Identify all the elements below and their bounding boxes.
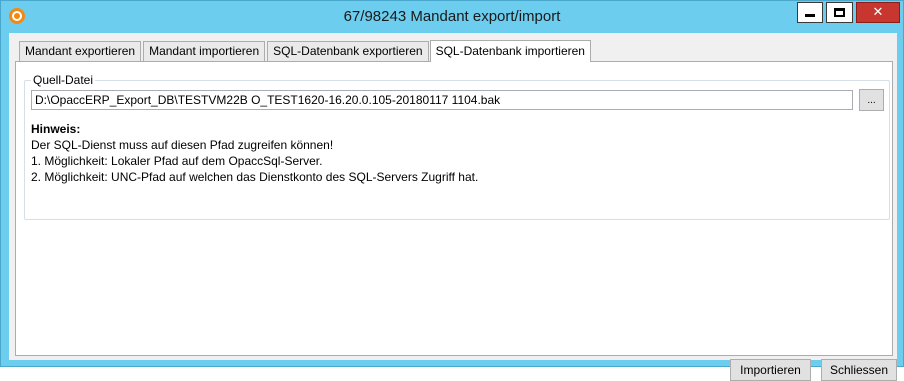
import-button[interactable]: Importieren	[730, 359, 811, 381]
source-file-group: Quell-Datei ... Hinweis: Der SQL-Dienst …	[24, 73, 890, 220]
window-title: 67/98243 Mandant export/import	[343, 8, 561, 25]
tab-mandant-exportieren[interactable]: Mandant exportieren	[19, 41, 142, 61]
hint-line: 2. Möglichkeit: UNC-Pfad auf welchen das…	[31, 170, 479, 184]
dialog-window: 67/98243 Mandant export/import ✕ Mandant…	[0, 0, 904, 381]
hint-title: Hinweis:	[31, 122, 81, 136]
title-bar[interactable]: 67/98243 Mandant export/import ✕	[1, 1, 903, 33]
dialog-client-area: Mandant exportieren Mandant importieren …	[9, 33, 897, 381]
tab-sql-datenbank-importieren[interactable]: SQL-Datenbank importieren	[429, 40, 591, 62]
close-button[interactable]: Schliessen	[821, 359, 897, 381]
close-icon: ✕	[872, 5, 884, 20]
hint-line: 1. Möglichkeit: Lokaler Pfad auf dem Opa…	[31, 154, 323, 168]
tab-strip: Mandant exportieren Mandant importieren …	[19, 39, 593, 62]
maximize-button[interactable]	[826, 2, 853, 23]
source-file-legend: Quell-Datei	[31, 73, 96, 87]
source-file-path-input[interactable]	[31, 90, 853, 110]
tab-mandant-importieren[interactable]: Mandant importieren	[143, 41, 266, 61]
browse-button[interactable]: ...	[859, 89, 884, 111]
hint-text: Hinweis: Der SQL-Dienst muss auf diesen …	[31, 121, 478, 185]
minimize-button[interactable]	[797, 2, 823, 23]
tab-panel-sql-import: Quell-Datei ... Hinweis: Der SQL-Dienst …	[15, 61, 897, 381]
hint-line: Der SQL-Dienst muss auf diesen Pfad zugr…	[31, 138, 334, 152]
close-window-button[interactable]: ✕	[856, 2, 900, 23]
maximize-icon	[834, 8, 845, 17]
minimize-icon	[805, 14, 815, 17]
tab-sql-datenbank-exportieren[interactable]: SQL-Datenbank exportieren	[267, 41, 429, 61]
